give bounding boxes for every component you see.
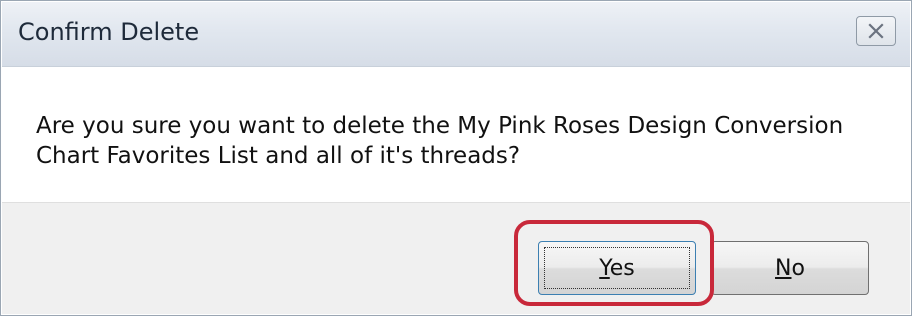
- no-label-rest: o: [791, 255, 805, 281]
- button-bar: Yes No: [2, 202, 910, 314]
- dialog-title: Confirm Delete: [18, 18, 200, 46]
- yes-mnemonic: Y: [599, 255, 610, 281]
- confirmation-message: Are you sure you want to delete the My P…: [36, 113, 844, 169]
- no-button-label: No: [775, 256, 805, 281]
- title-bar[interactable]: Confirm Delete: [2, 2, 910, 67]
- yes-label-rest: es: [609, 255, 635, 281]
- no-mnemonic: N: [775, 255, 792, 281]
- no-button[interactable]: No: [711, 241, 869, 295]
- yes-button-label: Yes: [599, 256, 635, 281]
- confirm-delete-dialog: Confirm Delete Are you sure you want to …: [0, 0, 912, 316]
- close-icon: [868, 23, 884, 39]
- dialog-content: Are you sure you want to delete the My P…: [2, 67, 910, 202]
- close-button[interactable]: [856, 16, 896, 46]
- yes-button[interactable]: Yes: [538, 241, 696, 295]
